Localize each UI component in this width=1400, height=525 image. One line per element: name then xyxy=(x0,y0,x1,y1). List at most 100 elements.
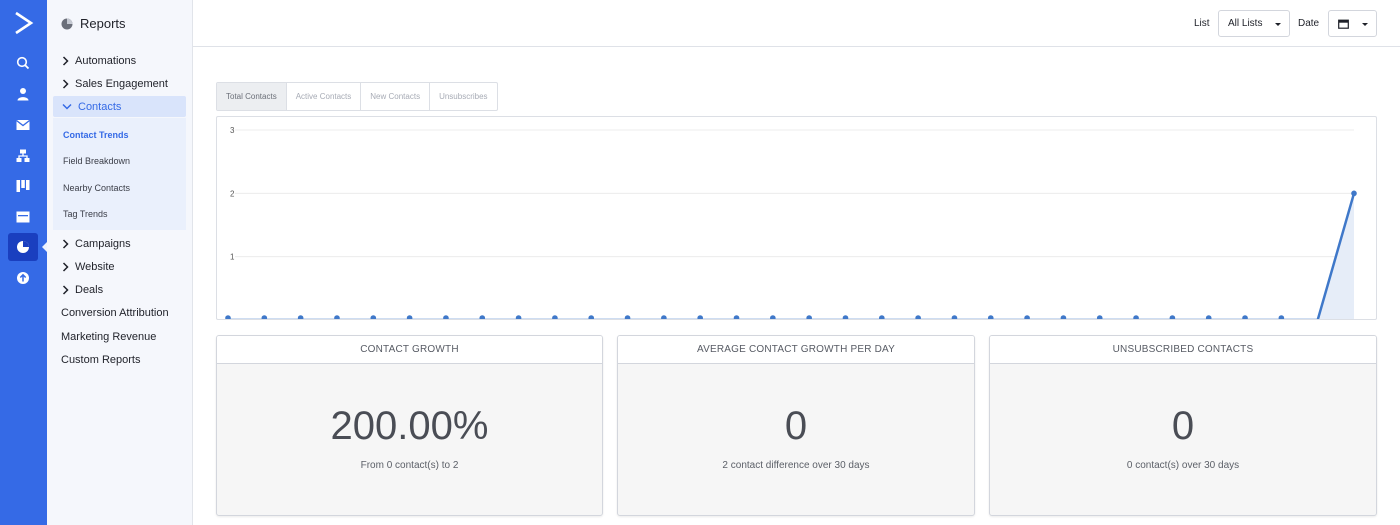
sidebar-item-conversion-attribution[interactable]: Conversion Attribution xyxy=(61,307,169,319)
unsubscribed-card: UNSUBSCRIBED CONTACTS 0 0 contact(s) ove… xyxy=(989,335,1377,516)
sidebar-item-field-breakdown[interactable]: Field Breakdown xyxy=(63,156,130,166)
caret-down-icon xyxy=(1362,23,1368,26)
search-icon[interactable] xyxy=(8,49,38,77)
tab-active-contacts[interactable]: Active Contacts xyxy=(285,83,361,110)
chevron-right-icon xyxy=(62,284,69,295)
date-picker[interactable] xyxy=(1328,10,1377,37)
data-point[interactable] xyxy=(951,315,958,320)
sidebar-group-label: Website xyxy=(75,260,115,273)
card-caption: From 0 contact(s) to 2 xyxy=(360,460,459,471)
data-point[interactable] xyxy=(1133,315,1139,320)
data-point[interactable] xyxy=(1169,315,1176,320)
chevron-right-icon xyxy=(62,261,69,272)
card-title: AVERAGE CONTACT GROWTH PER DAY xyxy=(618,336,974,364)
sidebar-item-contact-trends[interactable]: Contact Trends xyxy=(63,130,129,140)
automation-icon[interactable] xyxy=(8,142,38,170)
data-point[interactable] xyxy=(443,315,449,320)
average-growth-card: AVERAGE CONTACT GROWTH PER DAY 0 2 conta… xyxy=(617,335,975,516)
tab-unsubscribes[interactable]: Unsubscribes xyxy=(429,83,496,110)
data-point[interactable] xyxy=(1351,190,1357,197)
data-point[interactable] xyxy=(1278,315,1285,320)
sidebar-group-label: Sales Engagement xyxy=(75,77,168,90)
sidebar-group-label: Contacts xyxy=(78,100,122,113)
chevron-right-icon xyxy=(62,238,69,249)
contact-trends-chart: 3 2 1 xyxy=(216,116,1377,320)
list-select-value: All Lists xyxy=(1228,18,1263,29)
data-point[interactable] xyxy=(225,315,231,320)
data-point[interactable] xyxy=(770,315,776,320)
data-point[interactable] xyxy=(515,315,522,320)
data-point[interactable] xyxy=(661,315,667,320)
site-icon[interactable] xyxy=(8,203,38,231)
y-tick-label: 2 xyxy=(230,189,235,198)
data-point[interactable] xyxy=(733,315,740,320)
sidebar-group-label: Campaigns xyxy=(75,237,131,250)
card-title: UNSUBSCRIBED CONTACTS xyxy=(990,336,1376,364)
app-rail xyxy=(0,0,47,525)
reports-icon[interactable] xyxy=(8,233,47,261)
sidebar-header: Reports xyxy=(61,16,126,31)
data-point[interactable] xyxy=(297,315,304,320)
y-tick-label: 1 xyxy=(230,253,235,262)
deals-icon[interactable] xyxy=(8,172,38,200)
list-filter-label: List xyxy=(1194,18,1210,29)
sidebar-group-sales-engagement[interactable]: Sales Engagement xyxy=(53,73,186,94)
data-point[interactable] xyxy=(842,315,849,320)
data-point[interactable] xyxy=(1024,315,1030,320)
sidebar-group-contacts[interactable]: Contacts xyxy=(53,96,186,117)
sidebar-group-deals[interactable]: Deals xyxy=(53,279,186,300)
card-value: 0 xyxy=(1171,404,1195,448)
card-caption: 2 contact difference over 30 days xyxy=(722,460,870,471)
data-point[interactable] xyxy=(261,315,268,320)
sidebar-item-marketing-revenue[interactable]: Marketing Revenue xyxy=(61,331,156,343)
data-point[interactable] xyxy=(588,315,595,320)
data-point[interactable] xyxy=(879,315,885,320)
sidebar-item-nearby-contacts[interactable]: Nearby Contacts xyxy=(63,183,130,193)
data-point[interactable] xyxy=(1205,315,1212,320)
tab-total-contacts[interactable]: Total Contacts xyxy=(217,83,286,110)
y-tick-label: 3 xyxy=(230,126,235,135)
card-title: CONTACT GROWTH xyxy=(217,336,602,364)
sidebar-group-automations[interactable]: Automations xyxy=(53,50,186,71)
chevron-right-icon xyxy=(62,55,69,66)
contact-growth-card: CONTACT GROWTH 200.00% From 0 contact(s)… xyxy=(216,335,603,516)
calendar-icon xyxy=(1338,19,1349,29)
card-value: 0 xyxy=(784,404,808,448)
data-point[interactable] xyxy=(370,315,377,320)
data-point[interactable] xyxy=(806,315,812,320)
card-caption: 0 contact(s) over 30 days xyxy=(1126,460,1240,471)
reports-sidebar: Reports Automations Sales Engagement Con… xyxy=(47,0,193,525)
add-circle-icon[interactable] xyxy=(8,264,38,292)
card-value: 200.00% xyxy=(330,404,489,448)
sidebar-group-label: Deals xyxy=(75,283,104,296)
sidebar-group-label: Automations xyxy=(75,54,137,67)
data-point[interactable] xyxy=(987,315,994,320)
report-filter-bar: List All Lists Date xyxy=(193,0,1400,47)
chart-plot: 3 2 1 xyxy=(225,126,1357,320)
data-point[interactable] xyxy=(624,315,631,320)
data-point[interactable] xyxy=(915,315,921,320)
activecampaign-logo-icon[interactable] xyxy=(13,11,35,35)
list-select[interactable]: All Lists xyxy=(1218,10,1290,37)
sidebar-item-tag-trends[interactable]: Tag Trends xyxy=(63,209,108,219)
data-point[interactable] xyxy=(552,315,558,320)
chevron-down-icon xyxy=(62,103,72,110)
mail-icon[interactable] xyxy=(8,111,38,139)
tab-new-contacts[interactable]: New Contacts xyxy=(360,83,429,110)
data-point[interactable] xyxy=(1242,315,1248,320)
sidebar-title: Reports xyxy=(80,16,126,31)
data-point[interactable] xyxy=(697,315,703,320)
sidebar-group-website[interactable]: Website xyxy=(53,256,186,277)
data-point[interactable] xyxy=(1060,315,1067,320)
sidebar-group-campaigns[interactable]: Campaigns xyxy=(53,233,186,254)
sidebar-item-custom-reports[interactable]: Custom Reports xyxy=(61,354,140,366)
data-point[interactable] xyxy=(479,315,486,320)
date-filter-label: Date xyxy=(1298,18,1320,29)
data-point[interactable] xyxy=(334,315,340,320)
caret-down-icon xyxy=(1275,23,1281,26)
reports-pie-icon xyxy=(61,18,73,29)
chevron-right-icon xyxy=(62,78,69,89)
contacts-icon[interactable] xyxy=(8,80,38,108)
data-point[interactable] xyxy=(1096,315,1103,320)
data-point[interactable] xyxy=(406,315,413,320)
